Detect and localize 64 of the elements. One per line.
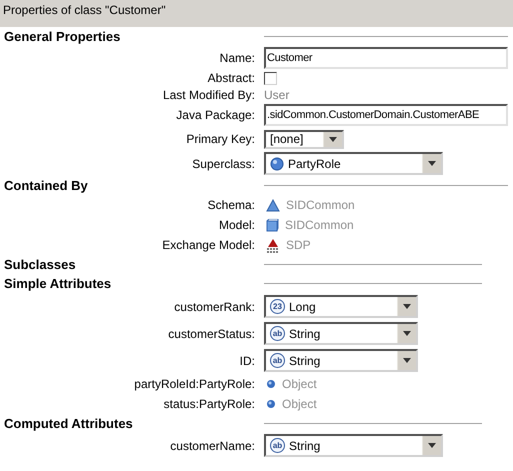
sphere-icon: [270, 156, 284, 170]
dropdown[interactable]: ab String: [264, 434, 443, 457]
dropdown[interactable]: PartyRole: [264, 152, 443, 175]
dropdown-button[interactable]: [323, 132, 342, 146]
type-icon: ab: [270, 438, 285, 453]
dropdown-button[interactable]: [397, 324, 416, 343]
dropdown[interactable]: ab String: [264, 349, 418, 372]
dropdown[interactable]: ab String: [264, 322, 418, 345]
checkbox[interactable]: [264, 72, 277, 84]
field-label: customerStatus:: [167, 326, 256, 342]
field-label: Superclass:: [191, 156, 256, 172]
triangle-icon: [266, 198, 280, 212]
field-value: SDP: [286, 237, 311, 254]
field-label: Java Package:: [175, 107, 256, 124]
field-value: SIDCommon: [286, 197, 355, 214]
field-label: Model:: [218, 217, 256, 234]
dropdown-value: Long: [289, 298, 316, 316]
dropdown-button[interactable]: [397, 351, 416, 370]
type-icon: ab: [270, 353, 285, 368]
dropdown-button[interactable]: [397, 297, 416, 316]
field-label: customerName:: [169, 438, 256, 454]
field-label: Name:: [218, 50, 256, 67]
type-icon: 23: [270, 299, 285, 314]
text-field[interactable]: .sidCommon.CustomerDomain.CustomerABE: [264, 104, 508, 126]
field-value: User: [264, 86, 290, 104]
field-label: Exchange Model:: [161, 237, 256, 254]
field-label: Last Modified By:: [162, 86, 256, 104]
field-value: SIDCommon: [285, 217, 354, 234]
dropdown-value: [none]: [270, 131, 304, 148]
caret-icon: [428, 161, 436, 166]
dot-icon: [266, 399, 276, 409]
dropdown-value: PartyRole: [288, 156, 341, 172]
section-heading: Contained By: [3, 176, 89, 195]
dropdown-button[interactable]: [422, 436, 441, 455]
caret-icon: [403, 358, 411, 363]
dropdown-value: String: [289, 326, 320, 342]
caret-icon: [403, 304, 411, 309]
type-icon: ab: [270, 326, 285, 341]
window-title: Properties of class "Customer": [3, 2, 166, 19]
field-label: partyRoleId:PartyRole:: [133, 376, 256, 393]
text-field[interactable]: Customer: [264, 47, 508, 69]
field-label: Abstract:: [206, 70, 256, 87]
field-label: Schema:: [206, 197, 256, 214]
dropdown[interactable]: 23 Long: [264, 295, 418, 318]
section-heading: Computed Attributes: [3, 414, 134, 433]
field-value: Object: [282, 396, 317, 413]
section-heading: General Properties: [3, 28, 122, 46]
field-label: Primary Key:: [185, 131, 256, 148]
tower-icon: [266, 238, 280, 252]
field-value: Object: [282, 376, 317, 393]
section-heading: Subclasses: [3, 256, 77, 274]
caret-icon: [329, 136, 337, 142]
field-label: ID:: [238, 352, 256, 370]
dropdown-button[interactable]: [422, 154, 441, 173]
field-label: status:PartyRole:: [162, 396, 256, 413]
section-heading: Simple Attributes: [3, 274, 112, 293]
cube-icon: [266, 218, 279, 232]
field-label: customerRank:: [173, 298, 256, 316]
caret-icon: [403, 331, 411, 336]
caret-icon: [428, 443, 436, 448]
dot-icon: [266, 379, 276, 389]
dropdown-value: String: [289, 438, 320, 454]
dropdown[interactable]: [none]: [264, 130, 344, 148]
dropdown-value: String: [289, 352, 320, 370]
